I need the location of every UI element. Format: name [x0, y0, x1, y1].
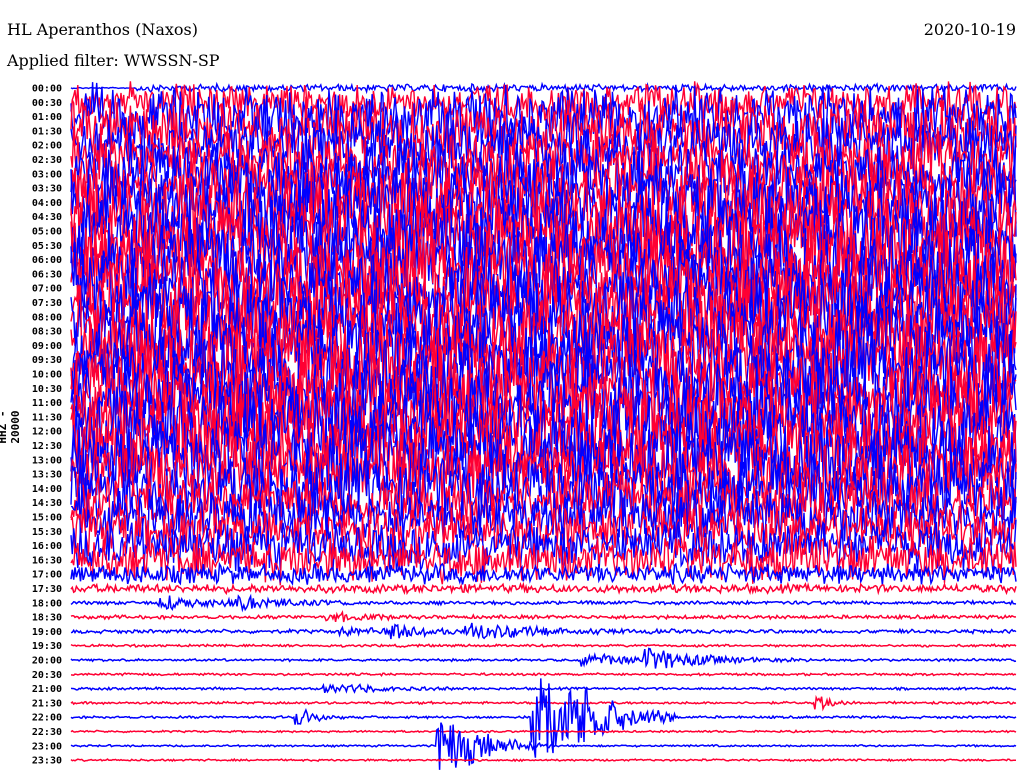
row-time-label: 18:00 — [32, 598, 62, 609]
row-time-label: 15:00 — [32, 513, 62, 524]
trace-row-2000 — [70, 647, 1017, 669]
row-time-label: 04:00 — [32, 198, 62, 209]
row-time-label: 08:30 — [32, 327, 62, 338]
row-time-label: 20:30 — [32, 670, 62, 681]
row-time-label: 08:00 — [32, 312, 62, 323]
row-time-label: 05:30 — [32, 241, 62, 252]
trace-row-2230 — [70, 729, 1017, 734]
trace-row-1930 — [70, 643, 1017, 649]
row-time-label: 11:00 — [32, 398, 62, 409]
trace-row-2330 — [70, 757, 1016, 763]
row-time-label: 18:30 — [32, 613, 62, 624]
row-time-label: 21:00 — [32, 684, 62, 695]
seismogram-traces: 00:00 00:30 01:00 01:30 02:00 02:30 03:00 03:30… — [32, 81, 1017, 770]
row-time-label: 04:30 — [32, 212, 62, 223]
row-time-label: 22:30 — [32, 727, 62, 738]
row-time-label: 17:00 — [32, 570, 62, 581]
row-time-label: 06:30 — [32, 269, 62, 280]
row-time-label: 10:30 — [32, 384, 62, 395]
row-time-label: 01:30 — [32, 126, 62, 137]
trace-row-2030 — [70, 672, 1017, 678]
row-time-label: 11:30 — [32, 412, 62, 423]
trace-row-1730 — [70, 581, 1017, 596]
trace-row-1830 — [70, 609, 1017, 623]
row-time-label: 03:00 — [32, 169, 62, 180]
row-time-label: 13:30 — [32, 470, 62, 481]
trace-row-1800 — [70, 593, 1017, 613]
row-time-label: 19:30 — [32, 641, 62, 652]
row-time-label: 15:30 — [32, 527, 62, 538]
row-time-label: 13:00 — [32, 455, 62, 466]
row-time-label: 09:00 — [32, 341, 62, 352]
trace-row-2300 — [70, 722, 1017, 770]
row-time-label: 05:00 — [32, 227, 62, 238]
row-time-label: 16:30 — [32, 555, 62, 566]
row-time-label: 22:00 — [32, 713, 62, 724]
row-time-label: 07:00 — [32, 284, 62, 295]
row-time-label: 01:00 — [32, 112, 62, 123]
row-time-label: 06:00 — [32, 255, 62, 266]
helicorder-plot: HL Aperanthos (Naxos) Applied filter: WW… — [0, 0, 1024, 780]
row-time-label: 20:00 — [32, 656, 62, 667]
row-time-label: 12:00 — [32, 427, 62, 438]
row-time-label: 21:30 — [32, 698, 62, 709]
row-time-label: 14:30 — [32, 498, 62, 509]
row-time-label: 23:30 — [32, 756, 62, 767]
row-time-label: 02:30 — [32, 155, 62, 166]
row-time-label: 09:30 — [32, 355, 62, 366]
trace-row-0000 — [70, 81, 1017, 95]
row-time-label: 19:00 — [32, 627, 62, 638]
trace-row-1900 — [70, 622, 1017, 640]
row-time-label: 07:30 — [32, 298, 62, 309]
row-time-label: 10:00 — [32, 370, 62, 381]
row-time-label: 12:30 — [32, 441, 62, 452]
row-time-label: 23:00 — [32, 741, 62, 752]
row-time-label: 17:30 — [32, 584, 62, 595]
row-time-label: 00:00 — [32, 84, 62, 95]
row-time-label: 02:00 — [32, 141, 62, 152]
row-time-label: 14:00 — [32, 484, 62, 495]
row-time-label: 16:00 — [32, 541, 62, 552]
row-time-label: 03:30 — [32, 184, 62, 195]
row-time-label: 00:30 — [32, 98, 62, 109]
